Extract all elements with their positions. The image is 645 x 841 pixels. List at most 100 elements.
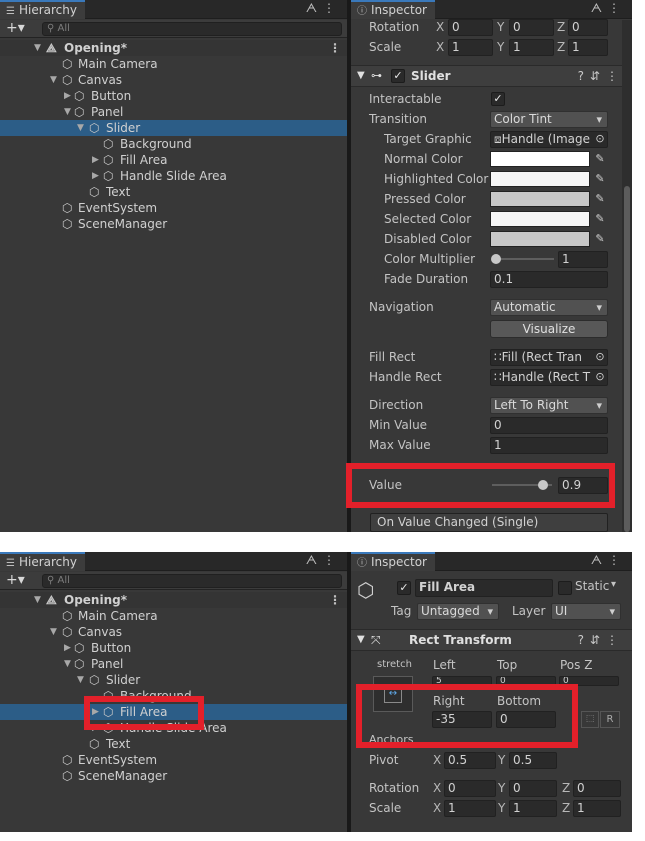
pressed-color-swatch[interactable] — [490, 191, 590, 207]
scene-menu-icon[interactable]: ⋮ — [329, 40, 341, 56]
expand-arrow-icon[interactable]: ▼ — [77, 672, 87, 688]
rotation-z-field[interactable]: 0 — [573, 780, 621, 797]
scale-z-field[interactable]: 1 — [573, 800, 621, 817]
selected-color-swatch[interactable] — [490, 211, 590, 227]
on-value-changed-event-header[interactable]: On Value Changed (Single) — [370, 513, 608, 532]
collapse-arrow-icon[interactable]: ▶ — [92, 168, 102, 184]
eyedropper-icon[interactable]: ✎ — [592, 151, 608, 167]
color-multiplier-slider-track[interactable] — [494, 258, 554, 260]
highlighted-color-swatch[interactable] — [490, 171, 590, 187]
collapse-arrow-icon[interactable]: ▶ — [64, 88, 74, 104]
scale-y-field[interactable]: 1 — [509, 800, 557, 817]
eyedropper-icon[interactable]: ✎ — [592, 231, 608, 247]
hierarchy-item-slider[interactable]: ▼ ⬡ Slider — [0, 672, 347, 688]
expand-arrow-icon[interactable]: ▼ — [64, 656, 74, 672]
normal-color-swatch[interactable] — [490, 151, 590, 167]
hierarchy-search-input[interactable]: ⚲ All — [42, 574, 342, 588]
rotation-y-field[interactable]: 0 — [509, 19, 554, 36]
object-picker-icon[interactable]: ⊙ — [592, 349, 608, 365]
hierarchy-item-text[interactable]: ⬡ Text — [0, 736, 347, 752]
slider-component-header[interactable]: ▼ ⊶ ✓ Slider ?⇵⋮ — [351, 65, 632, 87]
color-multiplier-field[interactable]: 1 — [558, 251, 608, 268]
hierarchy-item-panel[interactable]: ▼ ⬡ Panel — [0, 104, 347, 120]
rotation-y-field[interactable]: 0 — [509, 780, 557, 797]
rotation-z-field[interactable]: 0 — [568, 19, 608, 36]
hierarchy-item-canvas[interactable]: ▼ ⬡ Canvas — [0, 72, 347, 88]
expand-arrow-icon[interactable]: ▼ — [34, 592, 44, 608]
hierarchy-tab[interactable]: ☰ Hierarchy — [0, 552, 85, 571]
static-checkbox[interactable] — [558, 581, 572, 595]
rect-transform-header[interactable]: ▼ ⤧ Rect Transform ?⇵⋮ — [351, 629, 632, 651]
hierarchy-item-handle-slide-area[interactable]: ▶ ⬡ Handle Slide Area — [0, 168, 347, 184]
eyedropper-icon[interactable]: ✎ — [592, 191, 608, 207]
component-enabled-checkbox[interactable]: ✓ — [391, 69, 405, 83]
min-value-field[interactable]: 0 — [490, 417, 608, 434]
expand-arrow-icon[interactable]: ▼ — [50, 624, 60, 640]
expand-arrow-icon[interactable]: ▼ — [77, 120, 87, 136]
hierarchy-tab[interactable]: ☰ Hierarchy — [0, 0, 85, 19]
hierarchy-item-eventsystem[interactable]: ⬡ EventSystem — [0, 200, 347, 216]
lock-and-menu-icon[interactable]: ᗅ⋮ — [306, 1, 341, 16]
hierarchy-item-button[interactable]: ▶ ⬡ Button — [0, 640, 347, 656]
interactable-checkbox[interactable]: ✓ — [491, 92, 505, 106]
raw-edit-button[interactable]: R — [600, 711, 620, 728]
foldout-arrow-icon[interactable]: ▼ — [357, 630, 365, 650]
hierarchy-search-input[interactable]: ⚲ All — [42, 22, 342, 36]
fade-duration-field[interactable]: 0.1 — [490, 271, 608, 288]
lock-and-menu-icon[interactable]: ᗅ⋮ — [591, 1, 626, 16]
blueprint-mode-button[interactable]: ⬚ — [581, 711, 599, 728]
component-menu-icons[interactable]: ?⇵⋮ — [578, 630, 624, 650]
hierarchy-item-fill-area[interactable]: ▶ ⬡ Fill Area — [0, 152, 347, 168]
pivot-x-field[interactable]: 0.5 — [444, 752, 496, 769]
inspector-tab[interactable]: ⓘ Inspector — [351, 552, 435, 571]
max-value-field[interactable]: 1 — [490, 437, 608, 454]
inspector-scrollbar-thumb[interactable] — [624, 186, 630, 532]
hierarchy-item-text[interactable]: ⬡ Text — [0, 184, 347, 200]
object-picker-icon[interactable]: ⊙ — [592, 131, 608, 147]
scale-x-field[interactable]: 1 — [444, 800, 496, 817]
tag-dropdown[interactable]: Untagged — [417, 603, 499, 620]
collapse-arrow-icon[interactable]: ▶ — [64, 640, 74, 656]
scene-row[interactable]: ▼ ⟁ Opening* ⋮ — [0, 592, 347, 608]
scale-y-field[interactable]: 1 — [509, 39, 554, 56]
pivot-y-field[interactable]: 0.5 — [509, 752, 557, 769]
scale-x-field[interactable]: 1 — [448, 39, 493, 56]
handle-rect-field[interactable]: ∷Handle (Rect T — [490, 369, 608, 386]
hierarchy-item-scenemanager[interactable]: ⬡ SceneManager — [0, 216, 347, 232]
hierarchy-item-background[interactable]: ⬡ Background — [0, 136, 347, 152]
scale-z-field[interactable]: 1 — [568, 39, 608, 56]
visualize-button[interactable]: Visualize — [490, 320, 608, 338]
fill-rect-field[interactable]: ∷Fill (Rect Tran — [490, 349, 608, 366]
transition-dropdown[interactable]: Color Tint — [490, 111, 608, 128]
lock-and-menu-icon[interactable]: ᗅ⋮ — [591, 553, 626, 568]
active-checkbox[interactable]: ✓ — [397, 581, 411, 595]
hierarchy-item-button[interactable]: ▶ ⬡ Button — [0, 88, 347, 104]
scene-menu-icon[interactable]: ⋮ — [329, 592, 341, 608]
hierarchy-item-canvas[interactable]: ▼ ⬡ Canvas — [0, 624, 347, 640]
foldout-arrow-icon[interactable]: ▼ — [357, 66, 365, 86]
eyedropper-icon[interactable]: ✎ — [592, 171, 608, 187]
rotation-x-field[interactable]: 0 — [444, 780, 496, 797]
hierarchy-item-eventsystem[interactable]: ⬡ EventSystem — [0, 752, 347, 768]
direction-dropdown[interactable]: Left To Right — [490, 397, 608, 414]
expand-arrow-icon[interactable]: ▼ — [64, 104, 74, 120]
inspector-scrollbar[interactable] — [622, 20, 632, 532]
gameobject-large-icon[interactable]: ⬡ — [357, 578, 374, 602]
add-object-button[interactable]: +▾ — [6, 20, 25, 37]
layer-dropdown[interactable]: UI — [551, 603, 621, 620]
expand-arrow-icon[interactable]: ▼ — [34, 40, 44, 56]
navigation-dropdown[interactable]: Automatic — [490, 299, 608, 316]
hierarchy-item-slider[interactable]: ▼ ⬡ Slider — [0, 120, 347, 136]
target-graphic-field[interactable]: ⧈Handle (Image — [490, 131, 608, 148]
static-dropdown[interactable]: Static — [575, 579, 609, 593]
component-menu-icons[interactable]: ?⇵⋮ — [578, 66, 624, 86]
collapse-arrow-icon[interactable]: ▶ — [92, 152, 102, 168]
hierarchy-item-scenemanager[interactable]: ⬡ SceneManager — [0, 768, 347, 784]
hierarchy-item-main-camera[interactable]: ⬡ Main Camera — [0, 608, 347, 624]
object-picker-icon[interactable]: ⊙ — [592, 369, 608, 385]
disabled-color-swatch[interactable] — [490, 231, 590, 247]
scene-row[interactable]: ▼ ⟁ Opening* ⋮ — [0, 40, 347, 56]
rotation-x-field[interactable]: 0 — [448, 19, 493, 36]
chevron-down-icon[interactable]: ▾ — [611, 579, 616, 590]
color-multiplier-slider-handle[interactable] — [491, 254, 501, 264]
